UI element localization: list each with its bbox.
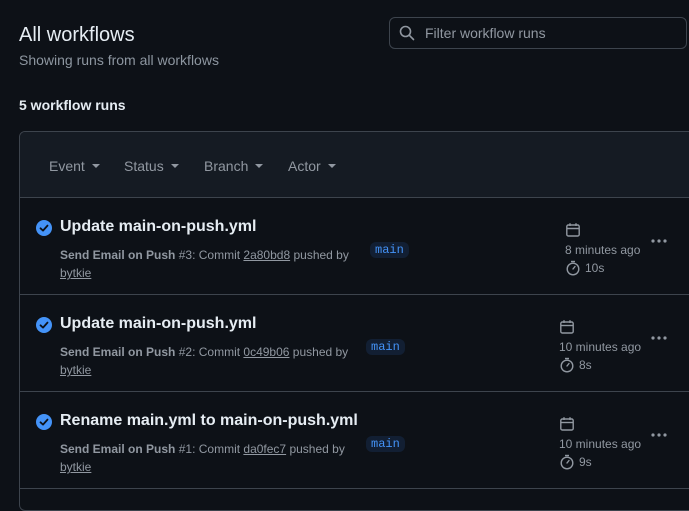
- search-icon: [399, 25, 415, 41]
- run-timing: 10 minutes ago 8s: [559, 319, 641, 373]
- workflow-run-row[interactable]: Rename main.yml to main-on-push.yml Send…: [20, 392, 689, 489]
- run-timing: 10 minutes ago 9s: [559, 416, 641, 470]
- runs-count: 5 workflow runs: [19, 97, 126, 113]
- run-meta: Send Email on Push #2: Commit 0c49b06 pu…: [60, 343, 360, 379]
- run-number: #1: [178, 442, 193, 456]
- pushed-by-label: pushed by: [289, 442, 345, 456]
- actor-link[interactable]: bytkie: [60, 266, 91, 280]
- filter-runs-search[interactable]: [389, 17, 687, 49]
- pushed-by-label: pushed by: [293, 248, 349, 262]
- branch-badge[interactable]: main: [370, 242, 409, 258]
- workflow-name: Send Email on Push: [60, 248, 176, 262]
- status-filter[interactable]: Status: [124, 158, 179, 174]
- calendar-icon: [560, 417, 574, 431]
- time-ago: 8 minutes ago: [565, 243, 641, 257]
- workflow-name: Send Email on Push: [60, 442, 176, 456]
- commit-link[interactable]: 2a80bd8: [243, 248, 290, 262]
- run-number: #2: [178, 345, 193, 359]
- actor-link[interactable]: bytkie: [60, 460, 91, 474]
- commit-label: : Commit: [192, 442, 241, 456]
- branch-badge[interactable]: main: [366, 339, 405, 355]
- commit-link[interactable]: 0c49b06: [243, 345, 289, 359]
- time-ago: 10 minutes ago: [559, 437, 642, 451]
- run-duration: 8s: [559, 357, 641, 373]
- caret-down-icon: [255, 164, 264, 168]
- run-number: #3: [178, 248, 193, 262]
- run-duration: 10s: [565, 260, 640, 276]
- caret-down-icon: [91, 164, 100, 168]
- run-meta: Send Email on Push #3: Commit 2a80bd8 pu…: [60, 246, 360, 282]
- time-ago: 10 minutes ago: [559, 340, 642, 354]
- run-duration: 9s: [559, 454, 641, 470]
- success-check-icon: [36, 414, 52, 430]
- commit-label: : Commit: [192, 345, 241, 359]
- filter-bar: Event Status Branch Actor: [20, 132, 689, 198]
- success-check-icon: [36, 317, 52, 333]
- actor-filter[interactable]: Actor: [288, 158, 336, 174]
- kebab-menu-icon[interactable]: [650, 432, 668, 438]
- run-meta: Send Email on Push #1: Commit da0fec7 pu…: [60, 440, 360, 476]
- stopwatch-icon: [560, 357, 574, 373]
- workflow-run-row[interactable]: Update main-on-push.yml Send Email on Pu…: [20, 295, 689, 392]
- stopwatch-icon: [560, 454, 574, 470]
- caret-down-icon: [327, 164, 336, 168]
- calendar-icon: [566, 223, 580, 237]
- run-timing: 8 minutes ago 10s: [565, 222, 640, 276]
- page-title: All workflows: [19, 24, 135, 46]
- workflow-run-row[interactable]: Update main-on-push.yml Send Email on Pu…: [20, 198, 689, 295]
- success-check-icon: [36, 220, 52, 236]
- calendar-icon: [560, 320, 574, 334]
- stopwatch-icon: [566, 260, 580, 276]
- pushed-by-label: pushed by: [292, 345, 349, 359]
- branch-badge[interactable]: main: [366, 436, 405, 452]
- page-subtitle: Showing runs from all workflows: [19, 52, 219, 68]
- branch-filter[interactable]: Branch: [204, 158, 264, 174]
- kebab-menu-icon[interactable]: [650, 335, 668, 341]
- run-title-link[interactable]: Update main-on-push.yml: [60, 218, 256, 236]
- kebab-menu-icon[interactable]: [650, 238, 668, 244]
- actor-link[interactable]: bytkie: [60, 363, 91, 377]
- run-title-link[interactable]: Rename main.yml to main-on-push.yml: [60, 412, 358, 430]
- event-filter[interactable]: Event: [49, 158, 100, 174]
- run-title-link[interactable]: Update main-on-push.yml: [60, 315, 256, 333]
- workflow-name: Send Email on Push: [60, 345, 176, 359]
- commit-label: : Commit: [192, 248, 241, 262]
- commit-link[interactable]: da0fec7: [243, 442, 286, 456]
- workflow-runs-list: Event Status Branch Actor Update main-on…: [19, 131, 689, 511]
- caret-down-icon: [170, 164, 179, 168]
- filter-runs-input[interactable]: [423, 24, 667, 42]
